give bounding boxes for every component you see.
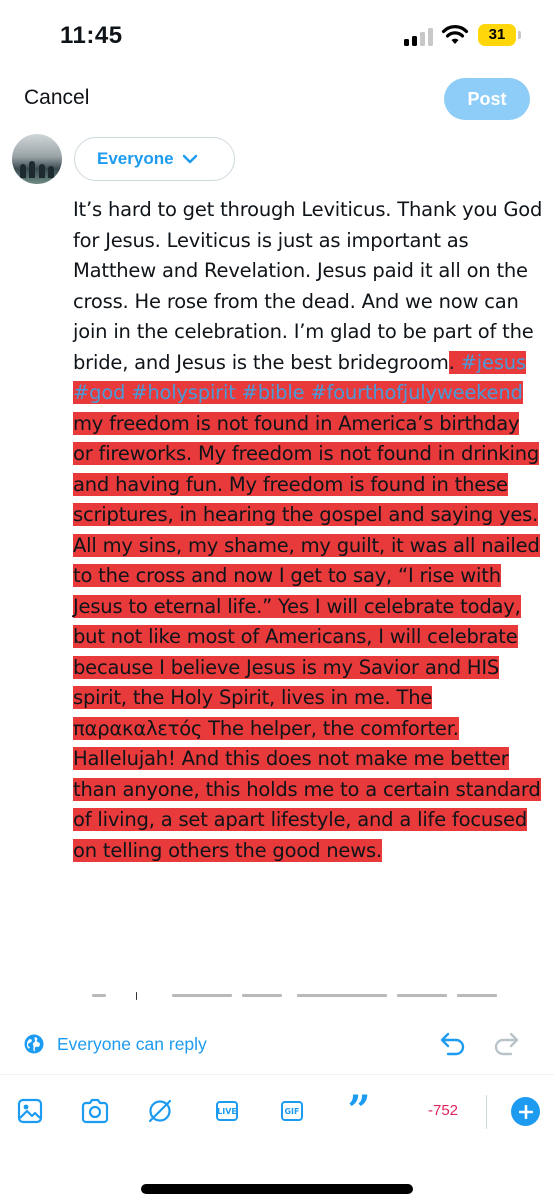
plus-icon — [518, 1104, 533, 1119]
avatar[interactable] — [12, 134, 62, 184]
redo-icon[interactable] — [491, 1030, 525, 1058]
reply-settings-label: Everyone can reply — [57, 1034, 207, 1054]
audience-label: Everyone — [97, 149, 174, 168]
toolbar-divider — [486, 1095, 487, 1129]
image-icon[interactable] — [14, 1095, 46, 1127]
quote-icon[interactable]: ” — [343, 1091, 375, 1131]
status-bar: 11:45 31 — [0, 0, 554, 72]
post-button[interactable]: Post — [444, 78, 530, 120]
divider — [0, 1074, 554, 1075]
cellular-signal-icon — [404, 28, 434, 46]
live-icon[interactable]: LIVE — [211, 1095, 243, 1127]
add-post-button[interactable] — [511, 1097, 540, 1126]
camera-icon[interactable] — [79, 1095, 111, 1127]
post-text-area[interactable]: It’s hard to get through Leviticus. Than… — [73, 195, 543, 866]
post-text-highlighted: my freedom is not found in America’s bir… — [73, 411, 541, 862]
audience-selector[interactable]: Everyone — [74, 137, 235, 181]
cancel-button[interactable]: Cancel — [24, 86, 89, 110]
battery-tip — [518, 31, 521, 39]
highlighted-period: . — [448, 350, 461, 374]
gif-search-icon[interactable] — [144, 1095, 176, 1127]
globe-icon — [24, 1034, 44, 1054]
undo-icon[interactable] — [434, 1030, 468, 1058]
media-preview-edge — [92, 992, 532, 1002]
character-counter: -752 — [428, 1102, 459, 1119]
gif-label: GIF — [281, 1101, 303, 1121]
post-text-plain: It’s hard to get through Leviticus. Than… — [73, 198, 543, 374]
status-time: 11:45 — [60, 22, 123, 49]
battery-icon: 31 — [478, 24, 516, 46]
wifi-icon — [441, 25, 469, 44]
reply-settings-row[interactable]: Everyone can reply — [0, 1022, 554, 1066]
home-indicator[interactable] — [141, 1184, 413, 1194]
chevron-down-icon — [182, 154, 197, 164]
live-label: LIVE — [216, 1101, 238, 1121]
gif-icon[interactable]: GIF — [276, 1095, 308, 1127]
composer-toolbar: LIVE GIF ” -752 — [0, 1091, 554, 1139]
